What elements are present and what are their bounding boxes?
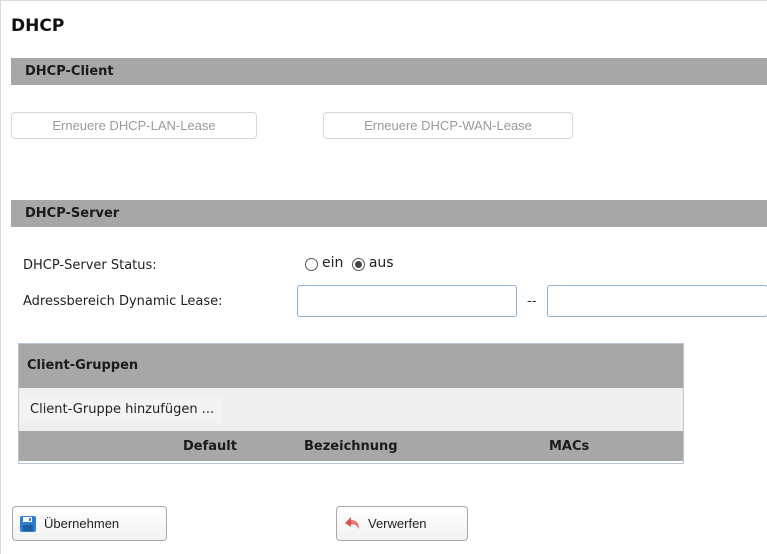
dynamic-lease-range-end-input[interactable]: [547, 285, 767, 317]
name-column-header: Bezeichnung: [304, 439, 398, 454]
client-groups-table-header: Default Bezeichnung MACs: [19, 431, 683, 461]
dhcp-server-status-on-option[interactable]: ein: [305, 255, 343, 271]
dhcp-server-status-off-label: aus: [368, 255, 394, 271]
client-groups-panel: Client-Gruppen Client-Gruppe hinzufügen …: [18, 343, 684, 464]
undo-icon: [343, 515, 361, 533]
dhcp-server-status-on-label: ein: [322, 255, 344, 271]
save-icon: [19, 515, 37, 533]
dhcp-settings-page: DHCP DHCP-Client Erneuere DHCP-LAN-Lease…: [0, 0, 767, 554]
apply-button-label: Übernehmen: [44, 516, 120, 531]
renew-dhcp-wan-lease-button[interactable]: Erneuere DHCP-WAN-Lease: [323, 112, 573, 139]
dhcp-server-status-label: DHCP-Server Status:: [23, 258, 157, 273]
page-title: DHCP: [11, 16, 65, 36]
dynamic-lease-range-start-input[interactable]: [297, 285, 517, 317]
dhcp-server-status-on-radio[interactable]: [305, 257, 318, 271]
dynamic-lease-range-label: Adressbereich Dynamic Lease:: [23, 294, 223, 309]
client-groups-header: Client-Gruppen: [19, 344, 683, 388]
client-group-add-row: Client-Gruppe hinzufügen ...: [19, 388, 683, 431]
dynamic-lease-range-separator: --: [527, 294, 537, 309]
dhcp-server-status-off-option[interactable]: aus: [351, 255, 394, 271]
discard-button[interactable]: Verwerfen: [336, 506, 468, 541]
discard-button-label: Verwerfen: [368, 516, 427, 531]
dhcp-server-status-off-radio[interactable]: [351, 257, 365, 271]
dhcp-server-section-header: DHCP-Server: [11, 200, 767, 227]
macs-column-header: MACs: [549, 439, 590, 454]
add-client-group-button[interactable]: Client-Gruppe hinzufügen ...: [21, 397, 224, 423]
default-column-header: Default: [183, 439, 237, 454]
dhcp-server-status-radio-group: ein aus: [305, 255, 398, 271]
dhcp-client-section-header: DHCP-Client: [11, 58, 767, 85]
apply-button[interactable]: Übernehmen: [12, 506, 167, 541]
renew-dhcp-lan-lease-button[interactable]: Erneuere DHCP-LAN-Lease: [11, 112, 257, 139]
